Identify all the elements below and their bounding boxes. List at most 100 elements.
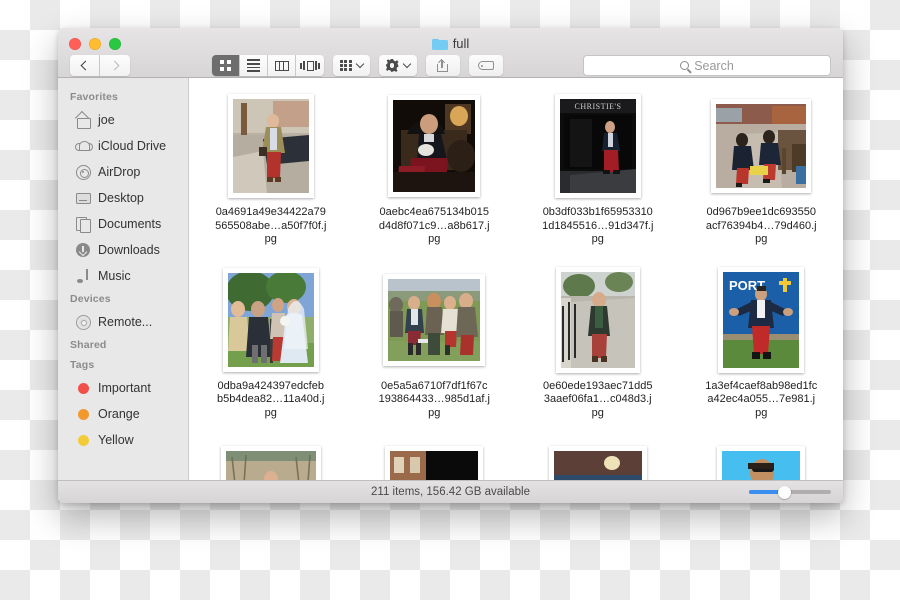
search-placeholder: Search [694,58,734,73]
file-name: 0dba9a424397edcfebb5b4dea82…11a40d.jpg [217,379,325,419]
window-body: Favorites joe iCloud Drive AirDrop Deskt… [58,78,843,480]
sidebar-item-desktop[interactable]: Desktop [58,185,188,211]
sidebar-item-downloads[interactable]: Downloads [58,237,188,263]
airdrop-icon [75,164,91,180]
edit-tags-button[interactable] [468,55,503,76]
sidebar-header-devices: Devices [70,293,111,305]
gallery-icon [300,60,320,71]
grid-icon [220,60,231,71]
file-name: 0e60ede193aec71dd53aaef06fa1…c048d3.jpg [542,379,653,419]
gallery-view-button[interactable] [296,55,324,76]
sidebar-item-tag-orange[interactable]: Orange [58,401,188,427]
file-name: 0a4691a49e34422a79565508abe…a50f7f0f.jpg [215,206,327,245]
file-name: 0e5a5a6710f7df1f67c193864433…985d1af.jpg [378,379,490,419]
file-item[interactable]: 0dba9a424397edcfebb5b4dea82…11a40d.jpg [189,266,353,421]
window-title: full [58,36,843,51]
thumbnail[interactable]: PORT [713,266,809,374]
thumbnail[interactable] [222,266,319,374]
thumbnail[interactable] [713,439,809,480]
file-name: 0d967b9ee1dc693550acf76394b4…79d460.jpg [705,206,817,245]
forward-button[interactable] [100,55,130,76]
columns-icon [274,60,289,71]
sidebar-item-label: Downloads [98,243,160,257]
file-item[interactable]: CHRISTIE'S 0b3df033b1f659533101d1845516…… [516,92,680,247]
thumbnail[interactable] [383,266,486,374]
sidebar-item-label: Remote... [98,315,153,329]
sidebar-item-icloud-drive[interactable]: iCloud Drive [58,133,188,159]
thumbnail[interactable]: CHRISTIE'S [550,92,646,200]
share-icon [437,59,449,72]
file-item[interactable] [516,439,680,480]
sidebar-item-tag-yellow[interactable]: Yellow [58,427,188,453]
slider-knob[interactable] [777,485,791,499]
sidebar-item-documents[interactable]: Documents [58,211,188,237]
window-title-text: full [452,36,470,51]
file-name: 0aebc4ea675134b015d4d8f071c9…a8b617.jpg [378,206,490,245]
file-name: 1a3ef4caef8ab98ed1fca42ec4a055…7e981.jpg [705,379,818,419]
icon-view-button[interactable] [212,55,240,76]
sidebar[interactable]: Favorites joe iCloud Drive AirDrop Deskt… [58,78,189,480]
cloud-icon [75,138,93,154]
folder-icon [431,37,448,50]
sidebar-item-tag-important[interactable]: Important [58,375,188,401]
column-view-button[interactable] [268,55,296,76]
thumbnail[interactable] [711,92,812,200]
sidebar-item-joe[interactable]: joe [58,107,188,133]
thumbnail[interactable] [223,92,319,200]
sidebar-item-label: Orange [98,407,140,421]
list-icon [247,58,260,73]
navigation-segmented-control [70,55,130,76]
file-item[interactable]: 0d967b9ee1dc693550acf76394b4…79d460.jpg [680,92,844,247]
file-item[interactable]: 0aebc4ea675134b015d4d8f071c9…a8b617.jpg [353,92,517,247]
thumbnail[interactable] [386,92,482,200]
sidebar-item-airdrop[interactable]: AirDrop [58,159,188,185]
thumbnail[interactable] [548,439,647,480]
file-item[interactable]: 0e60ede193aec71dd53aaef06fa1…c048d3.jpg [516,266,680,421]
status-text: 211 items, 156.42 GB available [371,486,530,498]
close-button[interactable] [69,38,81,50]
file-grid-area[interactable]: 0a4691a49e34422a79565508abe…a50f7f0f.jpg [189,78,843,480]
sidebar-item-label: joe [98,113,115,127]
thumbnail[interactable] [220,439,321,480]
thumbnail[interactable] [550,266,646,374]
thumbnail[interactable] [385,439,484,480]
sidebar-item-label: iCloud Drive [98,139,167,153]
chevron-down-icon [402,59,411,69]
view-mode-segmented-control [212,55,324,76]
sidebar-item-label: AirDrop [98,165,141,179]
status-bar: 211 items, 156.42 GB available [58,480,843,503]
sidebar-item-music[interactable]: Music [58,263,188,289]
file-item[interactable] [680,439,844,480]
sidebar-item-label: Desktop [98,191,144,205]
finder-window: full Search Favorites joe iCloud Drive A… [58,28,843,503]
zoom-button[interactable] [109,38,121,50]
documents-icon [75,216,91,233]
desktop-icon [75,190,91,206]
list-view-button[interactable] [240,55,268,76]
tag-dot-icon [75,406,91,422]
chevron-right-icon [109,60,119,71]
tag-dot-icon [75,432,91,448]
file-item[interactable]: 0e5a5a6710f7df1f67c193864433…985d1af.jpg [353,266,517,421]
share-button[interactable] [425,55,460,76]
file-item[interactable]: PORT 1a3ef4caef8ab98ed1fca42ec4a055…7e98… [680,266,844,421]
arrange-by-button[interactable] [333,55,370,76]
disc-icon [75,314,91,330]
downloads-icon [75,242,91,258]
file-item[interactable] [353,439,517,480]
file-item[interactable] [189,439,353,480]
search-field[interactable]: Search [583,55,831,76]
file-item[interactable]: 0a4691a49e34422a79565508abe…a50f7f0f.jpg [189,92,353,247]
sidebar-item-remote-disc[interactable]: Remote... [58,309,188,335]
icon-size-slider[interactable] [749,485,831,499]
action-menu-button[interactable] [378,55,417,76]
chevron-down-icon [355,59,364,69]
back-button[interactable] [70,55,100,76]
toolbar: Search [58,53,843,78]
svg-text:CHRISTIE'S: CHRISTIE'S [574,102,621,111]
sidebar-item-label: Music [98,269,131,283]
sidebar-item-label: Important [98,381,151,395]
minimize-button[interactable] [89,38,101,50]
title-bar[interactable]: full Search [58,28,843,78]
sidebar-item-label: Yellow [98,433,134,447]
